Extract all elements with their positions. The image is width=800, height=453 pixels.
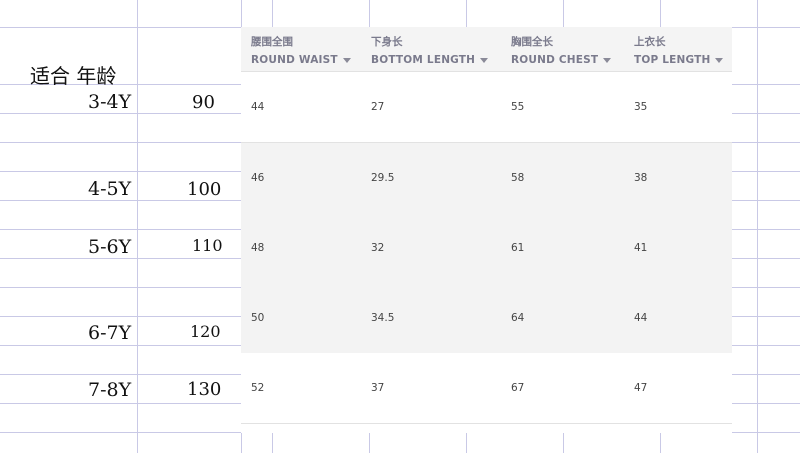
sort-caret-icon [603,57,612,63]
table-cell: 38 [634,172,648,184]
column-header-zh: 下身长 [371,36,403,48]
column-header-zh: 上衣长 [634,36,666,48]
table-cell: 50 [251,312,265,324]
column-header-top-length[interactable]: 上衣长 TOP LENGTH [634,33,724,69]
table-cell: 34.5 [371,312,395,324]
table-row: 50 34.5 64 44 [241,283,732,354]
table-cell: 44 [634,312,648,324]
table-row: 48 32 61 41 [241,213,732,284]
table-cell: 41 [634,242,648,254]
table-cell: 64 [511,312,525,324]
sort-caret-icon [342,57,351,63]
table-row: 44 27 55 35 [241,72,732,143]
table-cell: 44 [251,101,265,113]
table-cell: 52 [251,382,265,394]
table-cell: 48 [251,242,265,254]
table-cell: 32 [371,242,385,254]
table-cell: 29.5 [371,172,395,184]
size-cell: 120 [190,322,221,341]
age-column-header: 适合 年龄 [30,64,117,88]
table-cell: 67 [511,382,525,394]
column-header-round-waist[interactable]: 腰围全围 ROUND WAIST [251,33,351,69]
size-cell: 130 [187,379,222,400]
table-header: 腰围全围 ROUND WAIST 下身长 BOTTOM LENGTH 胸围全长 … [241,27,732,72]
table-cell: 47 [634,382,648,394]
column-header-en: TOP LENGTH [634,54,711,66]
size-measurement-table: 腰围全围 ROUND WAIST 下身长 BOTTOM LENGTH 胸围全长 … [241,27,732,433]
column-header-en: BOTTOM LENGTH [371,54,476,66]
column-header-bottom-length[interactable]: 下身长 BOTTOM LENGTH [371,33,489,69]
table-cell: 55 [511,101,525,113]
column-header-zh: 腰围全围 [251,36,293,48]
table-cell: 46 [251,172,265,184]
table-row: 52 37 67 47 [241,353,732,424]
sort-caret-icon [480,57,489,63]
table-cell: 27 [371,101,385,113]
table-cell: 58 [511,172,525,184]
column-header-zh: 胸围全长 [511,36,553,48]
size-cell: 110 [192,236,223,255]
column-header-en: ROUND CHEST [511,54,599,66]
column-header-round-chest[interactable]: 胸围全长 ROUND CHEST [511,33,612,69]
size-cell: 90 [192,92,215,113]
table-cell: 37 [371,382,385,394]
column-header-en: ROUND WAIST [251,54,338,66]
table-cell: 35 [634,101,648,113]
sort-caret-icon [715,57,724,63]
table-cell: 61 [511,242,525,254]
size-cell: 100 [187,179,222,200]
table-row: 46 29.5 58 38 [241,143,732,214]
